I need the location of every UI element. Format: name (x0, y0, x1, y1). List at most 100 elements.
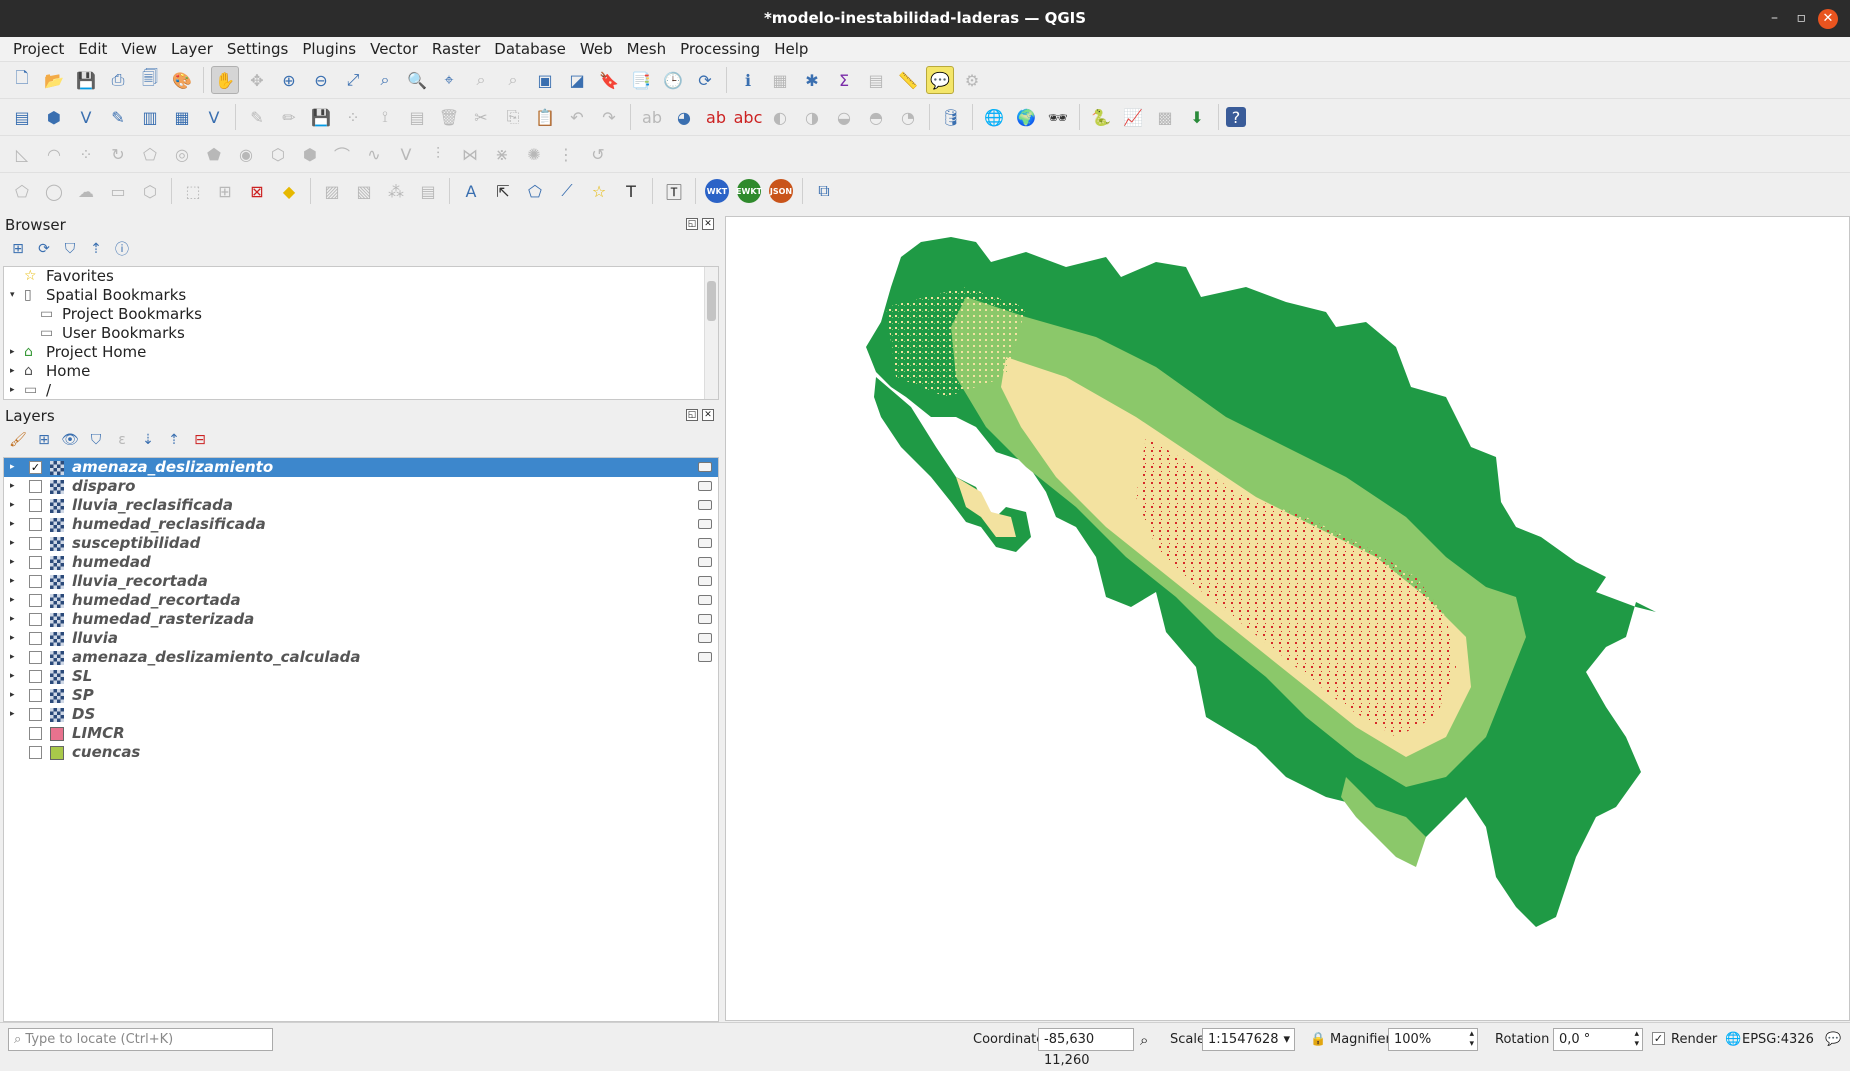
toggle-extents-icon[interactable]: ⌕ (1140, 1029, 1148, 1051)
close-button[interactable]: ✕ (1818, 9, 1838, 29)
locator-search-input[interactable]: ⌕ Type to locate (Ctrl+K) (8, 1028, 273, 1051)
magnifier-field[interactable]: 100% ▴ ▾ (1388, 1028, 1478, 1051)
menu-mesh[interactable]: Mesh (620, 37, 674, 61)
db-manager-icon[interactable]: 🛢 (937, 103, 965, 131)
offset-point-symbols-icon[interactable]: ⋮ (552, 140, 580, 168)
expand-arrow-icon[interactable]: ▸ (10, 667, 15, 686)
select-by-rectangle-icon[interactable]: ▭ (104, 177, 132, 205)
add-selected-layers-icon[interactable]: ⊞ (8, 241, 28, 257)
show-bookmarks-icon[interactable]: 📑 (627, 66, 655, 94)
layer-item[interactable]: ▸ lluvia_recortada (4, 572, 718, 591)
remove-layer-icon[interactable]: ⊟ (190, 432, 210, 448)
graph-plot-icon[interactable]: 📈 (1119, 103, 1147, 131)
copy-features-icon[interactable]: ⎘ (499, 103, 527, 131)
embedded-layer-indicator-icon[interactable] (698, 652, 712, 662)
expand-arrow-icon[interactable]: ▸ (10, 572, 15, 591)
browser-item[interactable]: ▭ User Bookmarks (4, 324, 718, 343)
render-checkbox[interactable]: ✓ (1652, 1032, 1665, 1045)
zoom-to-layer-icon[interactable]: 🔍 (403, 66, 431, 94)
zoom-native-icon[interactable]: ⌖ (435, 66, 463, 94)
layer-item[interactable]: ▸ DS (4, 705, 718, 724)
add-feature-icon[interactable]: ⁘ (339, 103, 367, 131)
filter-icon[interactable]: ⛉ (60, 241, 80, 257)
undock-icon[interactable]: ◱ (686, 409, 698, 421)
embedded-layer-indicator-icon[interactable] (698, 538, 712, 548)
zoom-to-selection-icon[interactable]: ⌕ (371, 66, 399, 94)
ewkt-icon[interactable]: EWKT (736, 179, 762, 203)
layer-item[interactable]: ▸ SL (4, 667, 718, 686)
browser-item[interactable]: ☆ Favorites (4, 267, 718, 286)
embedded-layer-indicator-icon[interactable] (698, 481, 712, 491)
layer-overview-icon[interactable]: ⧉ (810, 177, 838, 205)
browser-item[interactable]: ▸ ⌂ Home (4, 362, 718, 381)
layer-visibility-checkbox[interactable]: ✓ (29, 461, 42, 474)
new-shapefile-layer-icon[interactable]: V (72, 103, 100, 131)
close-panel-icon[interactable]: ✕ (702, 409, 714, 421)
new-map-view-icon[interactable]: ▣ (531, 66, 559, 94)
expand-arrow-icon[interactable]: ▸ (10, 515, 15, 534)
select-all-icon[interactable]: ⊞ (211, 177, 239, 205)
measure-line-icon[interactable]: 📏 (894, 66, 922, 94)
style-brush-icon[interactable]: 🖌 (8, 432, 28, 448)
wkt-icon[interactable]: WKT (705, 179, 729, 203)
split-parts-icon[interactable]: ⫶ (424, 140, 452, 168)
expand-all-icon[interactable]: ⇣ (138, 432, 158, 448)
menu-processing[interactable]: Processing (673, 37, 767, 61)
collapse-all-icon[interactable]: ⇡ (86, 241, 106, 257)
spinner-arrows-icon[interactable]: ▴ ▾ (1469, 1029, 1474, 1049)
expand-arrow-icon[interactable]: ▸ (10, 629, 15, 648)
menu-raster[interactable]: Raster (425, 37, 487, 61)
layer-item[interactable]: ▸ ✓ amenaza_deslizamiento (4, 458, 718, 477)
select-by-value-icon[interactable]: ⬡ (136, 177, 164, 205)
layer-visibility-checkbox[interactable] (29, 689, 42, 702)
add-group-icon[interactable]: ⊞ (34, 432, 54, 448)
redo-icon[interactable]: ↷ (595, 103, 623, 131)
new-print-layout-icon[interactable]: ⎙ (104, 66, 132, 94)
merge-attributes-icon[interactable]: ⋇ (488, 140, 516, 168)
expand-arrow-icon[interactable]: ▸ (10, 705, 15, 724)
delete-selected-icon[interactable]: 🗑 (435, 103, 463, 131)
split-features-icon[interactable]: V (392, 140, 420, 168)
embedded-layer-indicator-icon[interactable] (698, 557, 712, 567)
embedded-layer-indicator-icon[interactable] (698, 462, 712, 472)
expand-arrow-icon[interactable]: ▸ (10, 477, 15, 496)
label-style-icon[interactable]: A (457, 177, 485, 205)
rotate-point-symbols-icon[interactable]: ✺ (520, 140, 548, 168)
web-search-icon[interactable]: 🌍 (1012, 103, 1040, 131)
simplify-feature-icon[interactable]: ⬠ (136, 140, 164, 168)
open-project-icon[interactable]: 📂 (40, 66, 68, 94)
layer-visibility-checkbox[interactable] (29, 556, 42, 569)
layer-visibility-checkbox[interactable] (29, 575, 42, 588)
deselect-all-icon[interactable]: ⊠ (243, 177, 271, 205)
select-by-radius-icon[interactable]: ◯ (40, 177, 68, 205)
rotate-label-icon[interactable]: ◒ (830, 103, 858, 131)
layer-visibility-checkbox[interactable] (29, 480, 42, 493)
temporal-controller-icon[interactable]: 🕒 (659, 66, 687, 94)
expanded-arrow-icon[interactable]: ▾ (10, 286, 15, 305)
scale-field[interactable]: 1:1547628 ▾ (1202, 1028, 1295, 1051)
offset-curve-icon[interactable]: ∿ (360, 140, 388, 168)
annotation-svg-icon[interactable]: ▤ (414, 177, 442, 205)
paste-features-icon[interactable]: 📋 (531, 103, 559, 131)
filter-expression-icon[interactable]: ε (112, 432, 132, 448)
georeferencer-icon[interactable]: 🕶 (1044, 103, 1072, 131)
expand-arrow-icon[interactable]: ▸ (10, 610, 15, 629)
browser-item[interactable]: ▸ ▭ / (4, 381, 718, 399)
move-label-icon[interactable]: ◑ (798, 103, 826, 131)
change-label-icon[interactable]: ◓ (862, 103, 890, 131)
help-icon[interactable]: ? (1226, 107, 1246, 127)
text-annotation-menu-icon[interactable]: 🅃 (660, 177, 688, 205)
embedded-layer-indicator-icon[interactable] (698, 576, 712, 586)
layer-visibility-checkbox[interactable] (29, 594, 42, 607)
layer-item[interactable]: ▸ susceptibilidad (4, 534, 718, 553)
python-console-icon[interactable]: 🐍 (1087, 103, 1115, 131)
statistical-summary-icon[interactable]: Σ (830, 66, 858, 94)
pan-to-selection-icon[interactable]: ✥ (243, 66, 271, 94)
filter-legend-icon[interactable]: ⛉ (86, 432, 106, 448)
expand-arrow-icon[interactable]: ▸ (10, 534, 15, 553)
locator-search-icon[interactable]: ⚙ (958, 66, 986, 94)
select-features-icon[interactable]: ⬚ (179, 177, 207, 205)
embedded-layer-indicator-icon[interactable] (698, 633, 712, 643)
add-circular-string-icon[interactable]: ◠ (40, 140, 68, 168)
expand-arrow-icon[interactable]: ▸ (10, 553, 15, 572)
